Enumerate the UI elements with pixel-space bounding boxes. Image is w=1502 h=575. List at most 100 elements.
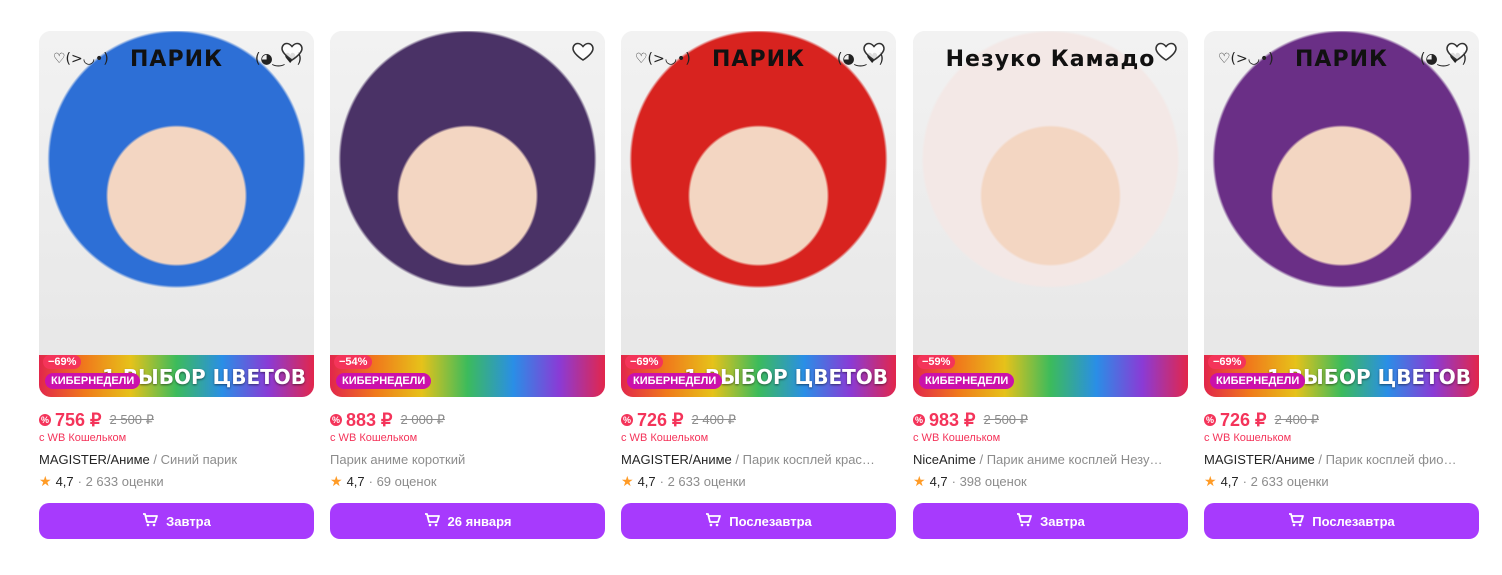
price-row: % 726 ₽ 2 400 ₽ xyxy=(1204,409,1479,431)
price: 756 ₽ xyxy=(55,409,102,430)
review-count: · 2 633 оценки xyxy=(1242,474,1329,489)
wig-photo xyxy=(39,31,314,397)
product-name: / Парик аниме косплей Незу… xyxy=(975,452,1163,467)
product-name: / Парик косплей крас… xyxy=(731,452,875,467)
product-image[interactable]: ♡(>◡•) ПАРИК (◕‿♥) 1 ВЫБОР ЦВЕТОВ −69% К… xyxy=(1204,31,1479,397)
product-title[interactable]: MAGISTER/Аниме / Парик косплей фио… xyxy=(1204,452,1479,467)
favorite-heart-icon[interactable] xyxy=(1445,39,1469,63)
wallet-discount-icon: % xyxy=(913,414,925,426)
wallet-note: с WB Кошельком xyxy=(330,432,418,444)
promo-badge: КИБЕРНЕДЕЛИ xyxy=(336,373,432,389)
cart-icon xyxy=(705,512,729,530)
wallet-note: с WB Кошельком xyxy=(39,432,127,444)
brand-name: MAGISTER/Аниме xyxy=(1204,452,1315,467)
price-row: % 883 ₽ 2 000 ₽ xyxy=(330,409,605,431)
product-image[interactable]: ♡(>◡•) ПАРИК (◕‿♥) 1 ВЫБОР ЦВЕТОВ −69% К… xyxy=(621,31,896,397)
review-count: · 2 633 оценки xyxy=(77,474,164,489)
add-to-cart-button[interactable]: Завтра xyxy=(913,503,1188,539)
promo-badge: КИБЕРНЕДЕЛИ xyxy=(627,373,723,389)
product-title[interactable]: MAGISTER/Аниме / Синий парик xyxy=(39,452,314,467)
wallet-discount-icon: % xyxy=(330,414,342,426)
rating-value: 4,7 xyxy=(1220,474,1239,489)
cart-icon xyxy=(1288,512,1312,530)
favorite-heart-icon[interactable] xyxy=(1154,39,1178,63)
promo-badge: КИБЕРНЕДЕЛИ xyxy=(1210,373,1306,389)
product-card[interactable]: ♡(>◡•) ПАРИК (◕‿♥) 1 ВЫБОР ЦВЕТОВ −69% К… xyxy=(39,31,314,539)
image-caption: Незуко Камадо xyxy=(945,47,1156,72)
rating-row: ★ 4,7 · 69 оценок xyxy=(330,473,605,490)
promo-badge: КИБЕРНЕДЕЛИ xyxy=(45,373,141,389)
old-price: 2 400 ₽ xyxy=(1274,412,1319,427)
discount-badge: −69% xyxy=(1208,355,1247,369)
star-icon: ★ xyxy=(621,473,634,489)
discount-badge: −69% xyxy=(43,355,82,369)
product-title[interactable]: MAGISTER/Аниме / Парик косплей крас… xyxy=(621,452,896,467)
wallet-note: с WB Кошельком xyxy=(913,432,1001,444)
price: 726 ₽ xyxy=(637,409,684,430)
discount-badge: −59% xyxy=(917,355,956,369)
add-to-cart-button[interactable]: Послезавтра xyxy=(621,503,896,539)
review-count: · 2 633 оценки xyxy=(659,474,746,489)
delivery-label: Завтра xyxy=(1040,513,1085,529)
star-icon: ★ xyxy=(330,473,343,489)
product-card[interactable]: −54% КИБЕРНЕДЕЛИ % 883 ₽ 2 000 ₽ с WB Ко… xyxy=(330,31,605,539)
delivery-label: Послезавтра xyxy=(1312,513,1395,529)
old-price: 2 000 ₽ xyxy=(400,412,445,427)
product-image[interactable]: −54% КИБЕРНЕДЕЛИ xyxy=(330,31,605,397)
delivery-label: Завтра xyxy=(166,513,211,529)
rating-row: ★ 4,7 · 2 633 оценки xyxy=(621,473,896,490)
product-name: Парик аниме короткий xyxy=(330,452,466,467)
wig-photo xyxy=(330,31,605,397)
rating-row: ★ 4,7 · 2 633 оценки xyxy=(1204,473,1479,490)
old-price: 2 500 ₽ xyxy=(109,412,154,427)
review-count: · 69 оценок xyxy=(368,474,437,489)
product-image[interactable]: ♡(>◡•) ПАРИК (◕‿♥) 1 ВЫБОР ЦВЕТОВ −69% К… xyxy=(39,31,314,397)
cart-icon xyxy=(1016,512,1040,530)
wallet-discount-icon: % xyxy=(39,414,51,426)
brand-name: NiceAnime xyxy=(913,452,976,467)
cart-icon xyxy=(424,512,448,530)
add-to-cart-button[interactable]: Послезавтра xyxy=(1204,503,1479,539)
product-card[interactable]: ♡(>◡•) ПАРИК (◕‿♥) 1 ВЫБОР ЦВЕТОВ −69% К… xyxy=(1204,31,1479,539)
product-title[interactable]: NiceAnime / Парик аниме косплей Незу… xyxy=(913,452,1188,467)
discount-badge: −69% xyxy=(625,355,664,369)
product-card[interactable]: ♡(>◡•) ПАРИК (◕‿♥) 1 ВЫБОР ЦВЕТОВ −69% К… xyxy=(621,31,896,539)
price-row: % 756 ₽ 2 500 ₽ xyxy=(39,409,314,431)
price: 726 ₽ xyxy=(1220,409,1267,430)
wallet-discount-icon: % xyxy=(1204,414,1216,426)
favorite-heart-icon[interactable] xyxy=(280,39,304,63)
brand-name: MAGISTER/Аниме xyxy=(621,452,732,467)
delivery-label: 26 января xyxy=(447,513,512,529)
wallet-discount-icon: % xyxy=(621,414,633,426)
add-to-cart-button[interactable]: 26 января xyxy=(330,503,605,539)
rating-row: ★ 4,7 · 398 оценок xyxy=(913,473,1188,490)
wallet-note: с WB Кошельком xyxy=(621,432,709,444)
product-card[interactable]: Незуко Камадо −59% КИБЕРНЕДЕЛИ % 983 ₽ 2… xyxy=(913,31,1188,539)
old-price: 2 400 ₽ xyxy=(691,412,736,427)
rating-row: ★ 4,7 · 2 633 оценки xyxy=(39,473,314,490)
product-title[interactable]: Парик аниме короткий xyxy=(330,452,605,467)
product-name: / Парик косплей фио… xyxy=(1314,452,1457,467)
old-price: 2 500 ₽ xyxy=(983,412,1028,427)
brand-name: MAGISTER/Аниме xyxy=(39,452,150,467)
favorite-heart-icon[interactable] xyxy=(862,39,886,63)
promo-badge: КИБЕРНЕДЕЛИ xyxy=(919,373,1015,389)
star-icon: ★ xyxy=(39,473,52,489)
rating-value: 4,7 xyxy=(929,474,948,489)
favorite-heart-icon[interactable] xyxy=(571,39,595,63)
price: 883 ₽ xyxy=(346,409,393,430)
price-row: % 983 ₽ 2 500 ₽ xyxy=(913,409,1188,431)
delivery-label: Послезавтра xyxy=(729,513,812,529)
product-image[interactable]: Незуко Камадо −59% КИБЕРНЕДЕЛИ xyxy=(913,31,1188,397)
add-to-cart-button[interactable]: Завтра xyxy=(39,503,314,539)
wig-photo xyxy=(621,31,896,397)
wallet-note: с WB Кошельком xyxy=(1204,432,1292,444)
star-icon: ★ xyxy=(913,473,926,489)
discount-badge: −54% xyxy=(334,355,373,369)
product-name: / Синий парик xyxy=(149,452,238,467)
rating-value: 4,7 xyxy=(346,474,365,489)
wig-photo xyxy=(1204,31,1479,397)
wig-photo xyxy=(913,31,1188,397)
price: 983 ₽ xyxy=(929,409,976,430)
review-count: · 398 оценок xyxy=(951,474,1027,489)
